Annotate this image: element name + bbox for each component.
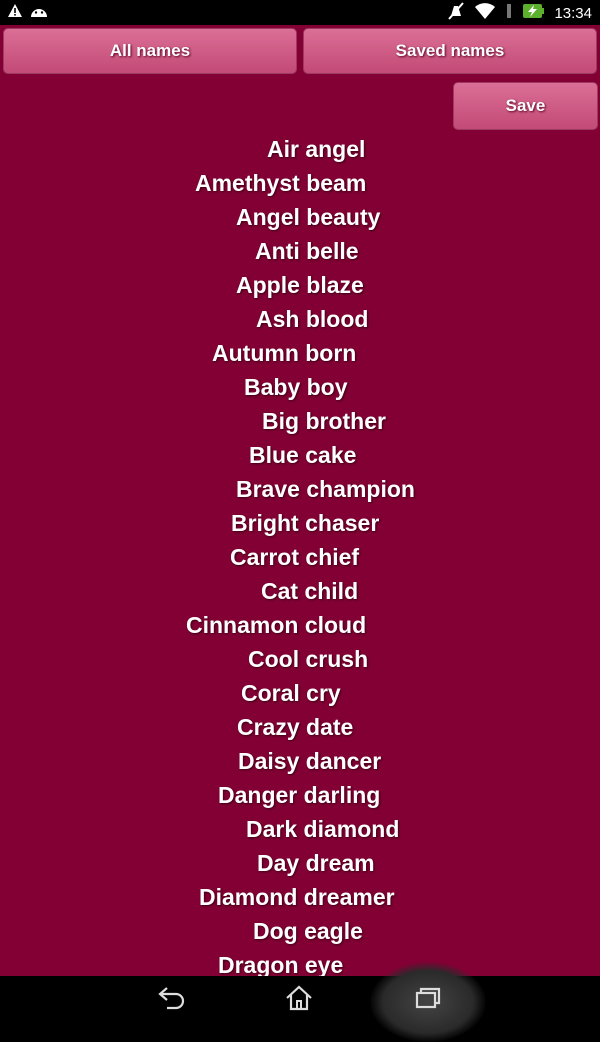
name-list-item[interactable]: Cool crush: [248, 642, 368, 676]
name-list-item[interactable]: Cat child: [261, 574, 358, 608]
home-icon: [284, 984, 314, 1017]
back-icon: [157, 985, 187, 1016]
status-clock: 13:34: [554, 5, 592, 22]
save-button[interactable]: Save: [453, 82, 598, 130]
name-list-item[interactable]: Danger darling: [218, 778, 380, 812]
status-bar: 13:34: [0, 0, 600, 25]
name-list-item[interactable]: Bright chaser: [231, 506, 379, 540]
navigation-bar: [0, 962, 600, 1042]
name-list-item[interactable]: Autumn born: [212, 336, 356, 370]
saved-names-button[interactable]: Saved names: [303, 28, 597, 74]
home-button[interactable]: [249, 976, 349, 1024]
app-content: All names Saved names Save Air angel Amet…: [0, 25, 600, 976]
name-list-item[interactable]: Cinnamon cloud: [186, 608, 366, 642]
name-list-item[interactable]: Air angel: [267, 132, 365, 166]
name-list-item[interactable]: Amethyst beam: [195, 166, 366, 200]
signal-icon: [506, 2, 512, 25]
name-list-item[interactable]: Coral cry: [241, 676, 341, 710]
name-list-item[interactable]: Dragon eye: [218, 948, 343, 976]
name-list-item[interactable]: Carrot chief: [230, 540, 359, 574]
name-list-item[interactable]: Diamond dreamer: [199, 880, 395, 914]
name-list-item[interactable]: Day dream: [257, 846, 375, 880]
recent-apps-icon: [413, 985, 443, 1016]
name-list-item[interactable]: Angel beauty: [236, 200, 380, 234]
recent-apps-button[interactable]: [378, 976, 478, 1024]
all-names-button[interactable]: All names: [3, 28, 297, 74]
name-list-item[interactable]: Brave champion: [236, 472, 415, 506]
android-icon: [30, 4, 48, 22]
name-list-item[interactable]: Dog eagle: [253, 914, 363, 948]
name-list-item[interactable]: Baby boy: [244, 370, 348, 404]
warning-icon: [8, 4, 22, 22]
name-list-item[interactable]: Big brother: [262, 404, 386, 438]
name-list-item[interactable]: Anti belle: [255, 234, 359, 268]
name-list-item[interactable]: Dark diamond: [246, 812, 399, 846]
name-list-item[interactable]: Apple blaze: [236, 268, 364, 302]
name-list-item[interactable]: Blue cake: [249, 438, 356, 472]
name-list-item[interactable]: Crazy date: [237, 710, 353, 744]
battery-charging-icon: [522, 2, 545, 25]
name-list-item[interactable]: Daisy dancer: [238, 744, 381, 778]
wifi-icon: [474, 2, 496, 25]
mute-icon: [448, 2, 465, 25]
back-button[interactable]: [122, 976, 222, 1024]
name-list-item[interactable]: Ash blood: [256, 302, 368, 336]
